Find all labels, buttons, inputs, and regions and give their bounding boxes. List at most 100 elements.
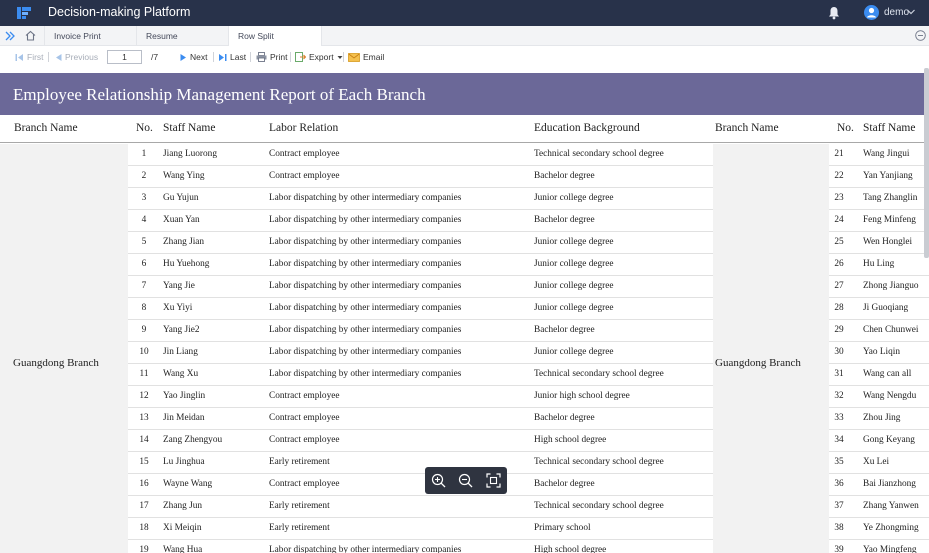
- education-background: High school degree: [534, 545, 607, 553]
- first-page-icon: [15, 53, 23, 61]
- first-page-button[interactable]: First: [15, 52, 44, 62]
- toolbar-divider: [250, 52, 251, 62]
- row-number: 33: [834, 413, 844, 423]
- table-row: 6 Hu Yuehong Labor dispatching by other in…: [0, 254, 929, 276]
- education-background: Bachelor degree: [534, 479, 595, 489]
- education-background: Junior college degree: [534, 193, 614, 203]
- print-button[interactable]: Print: [256, 52, 287, 62]
- row-number: 29: [834, 325, 844, 335]
- row-number: 14: [139, 435, 149, 445]
- staff-name: Lu Jinghua: [163, 457, 205, 467]
- previous-page-button[interactable]: Previous: [55, 52, 98, 62]
- vertical-scrollbar[interactable]: [924, 68, 929, 258]
- staff-name: Xu Yiyi: [163, 303, 193, 313]
- caret-down-icon: [337, 55, 343, 59]
- more-options-icon[interactable]: [915, 30, 926, 41]
- email-button[interactable]: Email: [348, 52, 384, 62]
- app-title: Decision-making Platform: [48, 5, 191, 19]
- export-label: Export: [309, 52, 334, 62]
- zoom-in-icon[interactable]: [431, 473, 446, 488]
- row-number: 36: [834, 479, 844, 489]
- tab-resume[interactable]: Resume: [136, 26, 228, 46]
- education-background: Technical secondary school degree: [534, 501, 664, 511]
- header-staff-name: Staff Name: [163, 122, 216, 134]
- table-row: 3 Gu Yujun Labor dispatching by other inte…: [0, 188, 929, 210]
- print-label: Print: [270, 52, 288, 62]
- education-background: Primary school: [534, 523, 591, 533]
- table-row: 2 Wang Ying Contract employee Bachelor degr…: [0, 166, 929, 188]
- tab-invoice-print[interactable]: Invoice Print: [44, 26, 136, 46]
- zoom-out-icon[interactable]: [458, 473, 473, 488]
- staff-name: Feng Minfeng: [863, 215, 916, 225]
- labor-relation: Contract employee: [269, 149, 340, 159]
- staff-name: Yang Jie2: [163, 325, 200, 335]
- staff-name: Jiang Luorong: [163, 149, 217, 159]
- header-branch-name-right: Branch Name: [715, 122, 779, 134]
- labor-relation: Contract employee: [269, 391, 340, 401]
- staff-name: Wang Jingui: [863, 149, 910, 159]
- row-number: 13: [139, 413, 149, 423]
- row-number: 35: [834, 457, 844, 467]
- header-no: No.: [136, 122, 153, 134]
- fit-to-screen-icon[interactable]: [486, 473, 501, 488]
- staff-name: Zang Zhengyou: [163, 435, 223, 445]
- labor-relation: Labor dispatching by other intermediary …: [269, 237, 462, 247]
- labor-relation: Early retirement: [269, 457, 330, 467]
- first-label: First: [27, 52, 44, 62]
- row-number: 25: [834, 237, 844, 247]
- last-page-button[interactable]: Last: [218, 52, 246, 62]
- export-button[interactable]: Export: [295, 52, 343, 62]
- labor-relation: Early retirement: [269, 523, 330, 533]
- labor-relation: Labor dispatching by other intermediary …: [269, 325, 462, 335]
- expand-sidebar-icon[interactable]: [4, 30, 16, 42]
- page-number-input[interactable]: [107, 50, 142, 64]
- row-number: 10: [139, 347, 149, 357]
- education-background: Bachelor degree: [534, 171, 595, 181]
- staff-name: Wang Hua: [163, 545, 203, 553]
- report-toolbar: First Previous /7 Next Last Print: [0, 46, 929, 68]
- row-number: 22: [834, 171, 844, 181]
- next-page-button[interactable]: Next: [180, 52, 207, 62]
- header-divider: [0, 142, 929, 143]
- row-number: 32: [834, 391, 844, 401]
- platform-logo-icon[interactable]: [17, 6, 31, 20]
- labor-relation: Labor dispatching by other intermediary …: [269, 215, 462, 225]
- staff-name: Jin Liang: [163, 347, 198, 357]
- last-label: Last: [230, 52, 247, 62]
- user-avatar[interactable]: [864, 5, 879, 20]
- labor-relation: Labor dispatching by other intermediary …: [269, 193, 462, 203]
- toolbar-divider: [48, 52, 49, 62]
- row-number: 12: [139, 391, 149, 401]
- education-background: Junior college degree: [534, 281, 614, 291]
- home-icon[interactable]: [24, 29, 37, 42]
- header-no-right: No.: [837, 122, 854, 134]
- staff-name: Yan Yanjiang: [863, 171, 913, 181]
- chevron-down-icon[interactable]: [906, 8, 916, 16]
- staff-name: Ye Zhongming: [863, 523, 919, 533]
- toolbar-divider: [290, 52, 291, 62]
- tab-row-split[interactable]: Row Split: [228, 26, 322, 46]
- notification-bell-icon[interactable]: [828, 6, 840, 20]
- staff-name: Xuan Yan: [163, 215, 200, 225]
- staff-name: Jin Meidan: [163, 413, 205, 423]
- email-icon: [348, 52, 360, 62]
- table-row: 1 Jiang Luorong Contract employee Technical…: [0, 144, 929, 166]
- education-background: Junior high school degree: [534, 391, 630, 401]
- row-number: 30: [834, 347, 844, 357]
- staff-name: Wang Xu: [163, 369, 199, 379]
- education-background: Bachelor degree: [534, 413, 595, 423]
- page-total: /7: [151, 52, 159, 62]
- staff-name: Zhang Jian: [163, 237, 205, 247]
- education-background: Junior college degree: [534, 347, 614, 357]
- row-number: 26: [834, 259, 844, 269]
- staff-name: Wayne Wang: [163, 479, 213, 489]
- row-number: 15: [139, 457, 149, 467]
- row-number: 27: [834, 281, 844, 291]
- header-education-background: Education Background: [534, 122, 640, 134]
- staff-name: Zhong Jianguo: [863, 281, 919, 291]
- tab-bar: Invoice Print Resume Row Split: [0, 26, 929, 46]
- table-row: 18 Xi Meiqin Early retirement Primary schoo…: [0, 518, 929, 540]
- email-label: Email: [363, 52, 385, 62]
- staff-name: Zhou Jing: [863, 413, 901, 423]
- toolbar-divider: [343, 52, 344, 62]
